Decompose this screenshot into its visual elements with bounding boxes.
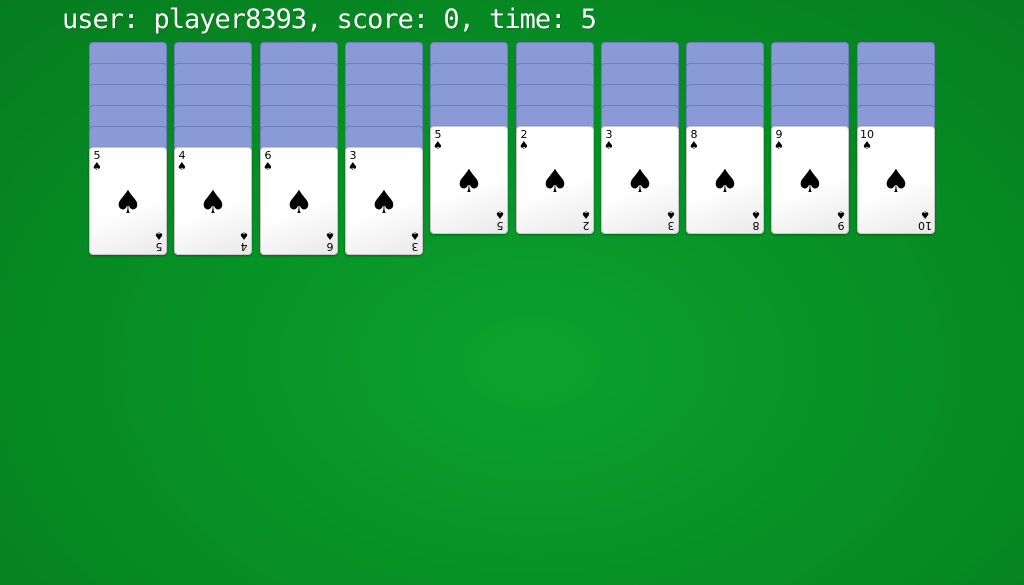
card-corner-index: 3 ♠ (348, 150, 358, 172)
card-corner-index: 10 ♠ (860, 129, 874, 151)
spade-icon: ♠ (154, 229, 164, 242)
card-rank: 5 (496, 219, 504, 232)
card-corner-index: 8 ♠ (689, 129, 699, 151)
spade-icon: ♠ (604, 139, 614, 152)
spade-icon: ♠ (881, 162, 911, 200)
card-rank: 3 (667, 219, 675, 232)
tableau-pile-4[interactable]: 3 ♠ 3 ♠ ♠ (345, 42, 423, 262)
playing-card[interactable]: 3 ♠ 3 ♠ ♠ (601, 126, 679, 234)
playing-card[interactable]: 2 ♠ 2 ♠ ♠ (516, 126, 594, 234)
card-corner-index: 6 ♠ (325, 229, 335, 253)
card-rank: 9 (837, 219, 845, 232)
card-corner-index: 9 ♠ (774, 129, 784, 151)
tableau-pile-3[interactable]: 6 ♠ 6 ♠ ♠ (260, 42, 338, 262)
card-rank: 2 (582, 219, 590, 232)
card-corner-index: 3 ♠ (604, 129, 614, 151)
tableau: 5 ♠ 5 ♠ ♠ 4 ♠ 4 ♠ ♠ 6 ♠ 6 ♠ ♠ 3 ♠ 3 ♠ ♠ 5 ♠ 5 ♠ ♠ 2 ♠ 2 ♠ ♠ 3 ♠ 3 ♠ ♠ 8 ♠ 8 ♠ ♠… (0, 0, 1024, 585)
spade-icon: ♠ (454, 162, 484, 200)
playing-card[interactable]: 4 ♠ 4 ♠ ♠ (174, 147, 252, 255)
tableau-pile-2[interactable]: 4 ♠ 4 ♠ ♠ (174, 42, 252, 262)
playing-card[interactable]: 6 ♠ 6 ♠ ♠ (260, 147, 338, 255)
card-corner-index: 9 ♠ (836, 208, 846, 232)
spade-icon: ♠ (625, 162, 655, 200)
spade-icon: ♠ (774, 139, 784, 152)
spade-icon: ♠ (710, 162, 740, 200)
spade-icon: ♠ (519, 139, 529, 152)
spade-icon: ♠ (410, 229, 420, 242)
spade-icon: ♠ (325, 229, 335, 242)
card-corner-index: 3 ♠ (666, 208, 676, 232)
card-corner-index: 6 ♠ (263, 150, 273, 172)
card-corner-index: 4 ♠ (239, 229, 249, 253)
card-rank: 10 (918, 219, 932, 232)
card-corner-index: 3 ♠ (410, 229, 420, 253)
playing-card[interactable]: 5 ♠ 5 ♠ ♠ (89, 147, 167, 255)
card-rank: 6 (326, 240, 334, 253)
spade-icon: ♠ (263, 160, 273, 173)
card-corner-index: 5 ♠ (433, 129, 443, 151)
spade-icon: ♠ (836, 208, 846, 221)
tableau-pile-1[interactable]: 5 ♠ 5 ♠ ♠ (89, 42, 167, 262)
spade-icon: ♠ (920, 208, 930, 221)
playing-card[interactable]: 9 ♠ 9 ♠ ♠ (771, 126, 849, 234)
spade-icon: ♠ (666, 208, 676, 221)
playing-card[interactable]: 10 ♠ 10 ♠ ♠ (857, 126, 935, 234)
card-corner-index: 5 ♠ (92, 150, 102, 172)
tableau-pile-9[interactable]: 9 ♠ 9 ♠ ♠ (771, 42, 849, 262)
playing-card[interactable]: 5 ♠ 5 ♠ ♠ (430, 126, 508, 234)
card-rank: 5 (155, 240, 163, 253)
playing-card[interactable]: 8 ♠ 8 ♠ ♠ (686, 126, 764, 234)
spade-icon: ♠ (862, 139, 872, 152)
card-corner-index: 2 ♠ (519, 129, 529, 151)
tableau-pile-7[interactable]: 3 ♠ 3 ♠ ♠ (601, 42, 679, 262)
spade-icon: ♠ (369, 183, 399, 221)
card-corner-index: 4 ♠ (177, 150, 187, 172)
card-corner-index: 8 ♠ (751, 208, 761, 232)
spade-icon: ♠ (433, 139, 443, 152)
spade-icon: ♠ (540, 162, 570, 200)
spade-icon: ♠ (689, 139, 699, 152)
card-rank: 3 (411, 240, 419, 253)
card-corner-index: 2 ♠ (581, 208, 591, 232)
spade-icon: ♠ (284, 183, 314, 221)
spade-icon: ♠ (348, 160, 358, 173)
tableau-pile-6[interactable]: 2 ♠ 2 ♠ ♠ (516, 42, 594, 262)
playing-card[interactable]: 3 ♠ 3 ♠ ♠ (345, 147, 423, 255)
tableau-pile-5[interactable]: 5 ♠ 5 ♠ ♠ (430, 42, 508, 262)
card-corner-index: 5 ♠ (154, 229, 164, 253)
spade-icon: ♠ (495, 208, 505, 221)
spade-icon: ♠ (177, 160, 187, 173)
tableau-pile-10[interactable]: 10 ♠ 10 ♠ ♠ (857, 42, 935, 262)
card-corner-index: 10 ♠ (918, 208, 932, 232)
spade-icon: ♠ (198, 183, 228, 221)
spade-icon: ♠ (795, 162, 825, 200)
card-corner-index: 5 ♠ (495, 208, 505, 232)
spade-icon: ♠ (239, 229, 249, 242)
spade-icon: ♠ (751, 208, 761, 221)
tableau-pile-8[interactable]: 8 ♠ 8 ♠ ♠ (686, 42, 764, 262)
spade-icon: ♠ (113, 183, 143, 221)
card-rank: 8 (752, 219, 760, 232)
card-rank: 4 (240, 240, 248, 253)
spade-icon: ♠ (92, 160, 102, 173)
spade-icon: ♠ (581, 208, 591, 221)
